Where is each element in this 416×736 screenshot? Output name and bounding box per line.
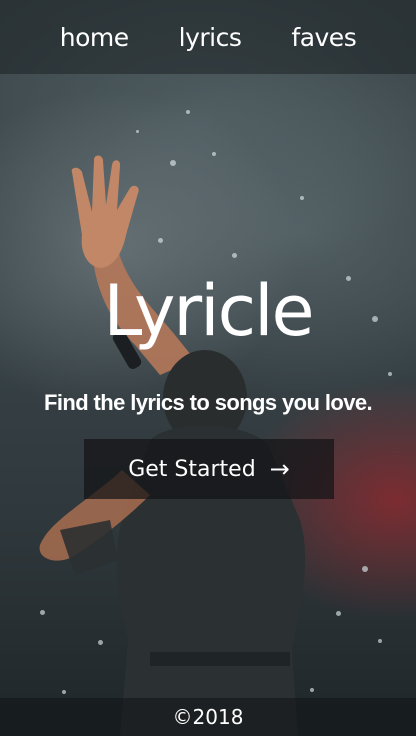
hero-background-image [0, 0, 416, 736]
copyright-text: ©2018 [172, 705, 244, 729]
sparkle [40, 610, 45, 615]
sparkle [62, 690, 66, 694]
sparkle [212, 152, 216, 156]
sparkle [136, 130, 139, 133]
footer: ©2018 [0, 698, 416, 736]
nav-link-lyrics[interactable]: lyrics [179, 23, 242, 52]
sparkle [378, 639, 382, 643]
sparkle [98, 640, 103, 645]
nav-link-faves[interactable]: faves [291, 23, 356, 52]
sparkle [310, 688, 314, 692]
sparkle [158, 238, 163, 243]
nav-link-home[interactable]: home [60, 23, 129, 52]
top-nav: home lyrics faves [0, 0, 416, 74]
performer-silhouette [39, 155, 306, 736]
sparkle [186, 110, 190, 114]
sparkle [388, 372, 392, 376]
sparkle [336, 611, 341, 616]
get-started-label: Get Started [128, 456, 256, 482]
get-started-button[interactable]: Get Started → [84, 439, 334, 499]
sparkle [300, 196, 304, 200]
hero-tagline: Find the lyrics to songs you love. [44, 390, 373, 415]
arrow-right-icon: → [269, 455, 290, 483]
sparkle [362, 566, 368, 572]
hero-title: Lyricle [103, 270, 314, 352]
sparkle [232, 253, 237, 258]
sparkle [170, 160, 176, 166]
